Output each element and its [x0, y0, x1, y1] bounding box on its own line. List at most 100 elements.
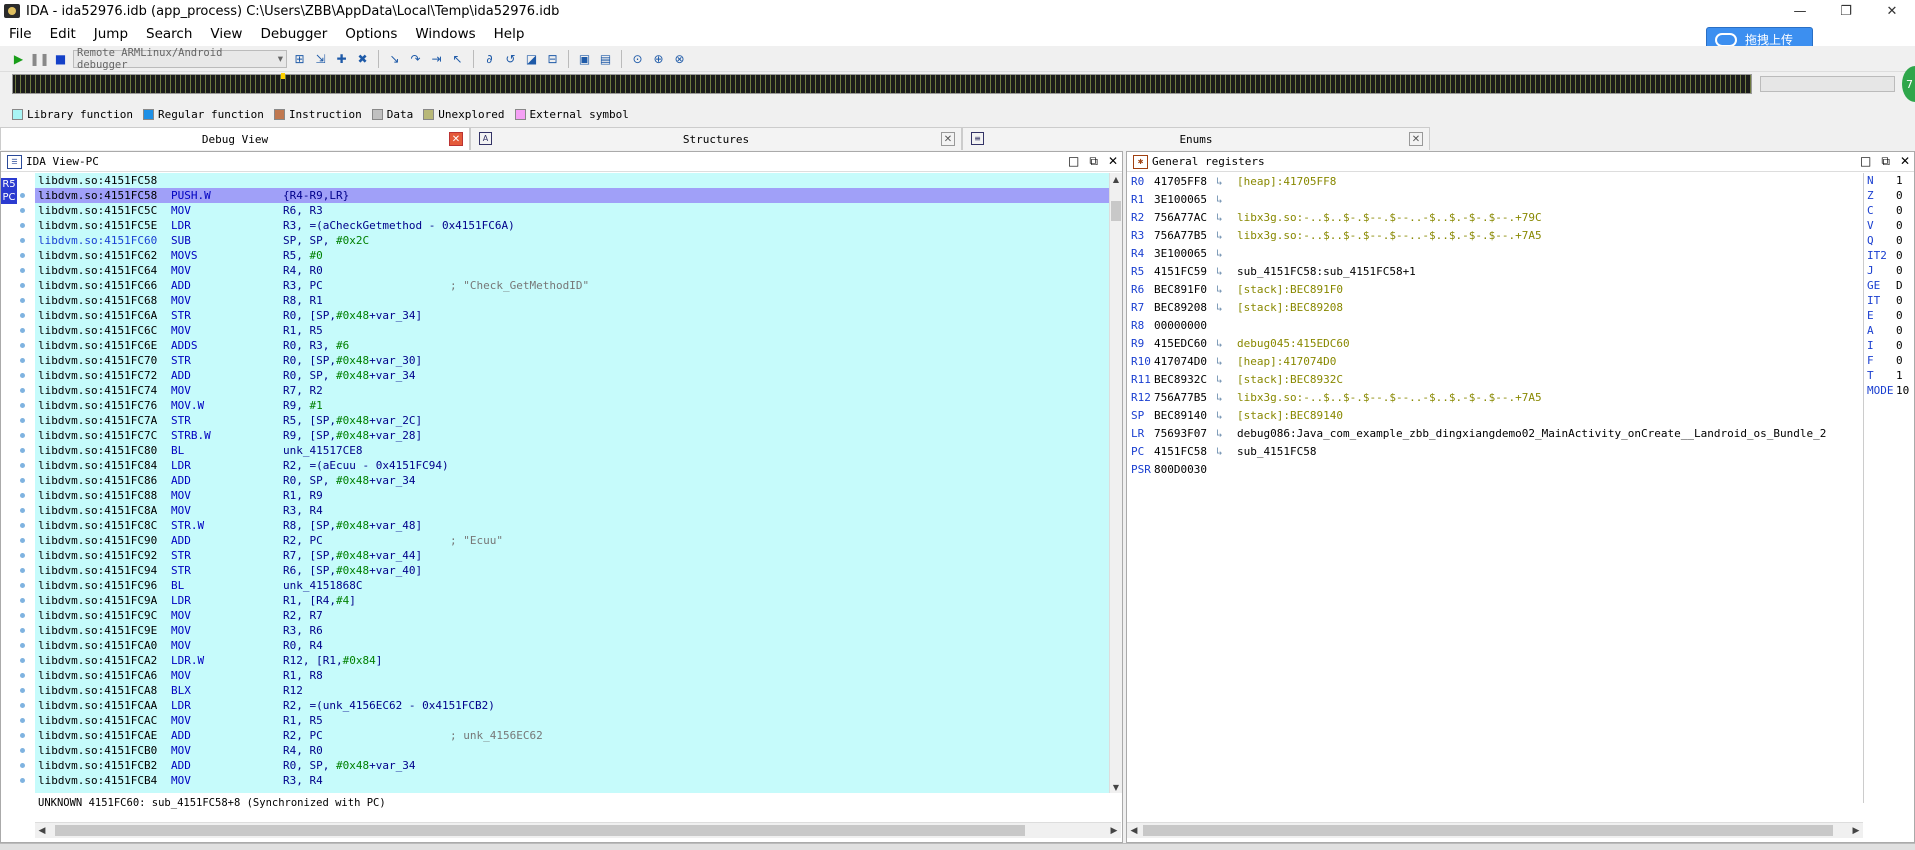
breakpoint-slot-icon[interactable] — [20, 418, 25, 423]
breakpoint-slot-icon[interactable] — [20, 508, 25, 513]
jump-arrow-icon[interactable]: ↳ — [1216, 191, 1223, 209]
flag-row[interactable]: I0 — [1864, 338, 1913, 353]
jump-arrow-icon[interactable]: ↳ — [1216, 245, 1223, 263]
tab-enums[interactable]: ≡ Enums ✕ — [962, 127, 1430, 150]
horizontal-scrollbar[interactable]: ◀ ▶ — [35, 822, 1121, 838]
breakpoint-slot-icon[interactable] — [20, 343, 25, 348]
add-breakpoint-icon[interactable]: ✚ — [333, 50, 350, 67]
breakpoint-slot-icon[interactable] — [20, 298, 25, 303]
breakpoint-slot-icon[interactable] — [20, 553, 25, 558]
flag-row[interactable]: F0 — [1864, 353, 1913, 368]
start-process-icon[interactable]: ▶ — [10, 50, 27, 67]
disasm-row[interactable]: libdvm.so:4151FC9A LDR R1, [R4,#4] — [35, 593, 1109, 608]
flags-list[interactable]: N 1 Z 0 C 0 V 0 Q 0 IT2 0 J 0 GE D IT 0 E 0 A 0 I 0 F 0 T 1 MODE 10 — [1863, 173, 1913, 803]
disasm-row[interactable]: libdvm.so:4151FC72 ADD R0, SP, #0x48+var_3… — [35, 368, 1109, 383]
scroll-up-icon[interactable]: ▲ — [1110, 173, 1122, 185]
register-row[interactable]: R4 3E100065 ↳ — [1127, 245, 1863, 263]
panel-close-icon[interactable]: ✕ — [1900, 154, 1910, 169]
loop-icon[interactable]: ↺ — [502, 50, 519, 67]
breakpoint-slot-icon[interactable] — [20, 193, 25, 198]
menu-view[interactable]: View — [201, 26, 251, 42]
breakpoint-slot-icon[interactable] — [20, 283, 25, 288]
disasm-row[interactable]: libdvm.so:4151FC58 — [35, 173, 1109, 188]
disasm-row[interactable]: libdvm.so:4151FCA0 MOV R0, R4 — [35, 638, 1109, 653]
register-row[interactable]: R6 BEC891F0 ↳ [stack]:BEC891F0 — [1127, 281, 1863, 299]
register-row[interactable]: R2 756A77AC ↳ libx3g.so:-..$..$-.$--.$--..-… — [1127, 209, 1863, 227]
register-row[interactable]: R11 BEC8932C ↳ [stack]:BEC8932C — [1127, 371, 1863, 389]
register-row[interactable]: R0 41705FF8 ↳ [heap]:41705FF8 — [1127, 173, 1863, 191]
flag-row[interactable]: N1 — [1864, 173, 1913, 188]
menu-help[interactable]: Help — [485, 26, 534, 42]
disasm-row[interactable]: libdvm.so:4151FC60 SUB SP, SP, #0x2C — [35, 233, 1109, 248]
disasm-row[interactable]: libdvm.so:4151FC6C MOV R1, R5 — [35, 323, 1109, 338]
close-tab-icon[interactable]: ✕ — [1409, 132, 1423, 146]
breakpoint-slot-icon[interactable] — [20, 748, 25, 753]
jump-arrow-icon[interactable]: ↳ — [1216, 389, 1223, 407]
register-row[interactable]: R1 3E100065 ↳ — [1127, 191, 1863, 209]
menu-debugger[interactable]: Debugger — [251, 26, 336, 42]
breakpoint-slot-icon[interactable] — [20, 388, 25, 393]
breakpoint-slot-icon[interactable] — [20, 478, 25, 483]
menu-options[interactable]: Options — [336, 26, 406, 42]
register-row[interactable]: R8 00000000 — [1127, 317, 1863, 335]
jump-arrow-icon[interactable]: ↳ — [1216, 425, 1223, 443]
restore-button[interactable]: ❐ — [1823, 0, 1869, 22]
disasm-row[interactable]: libdvm.so:4151FC74 MOV R7, R2 — [35, 383, 1109, 398]
register-row[interactable]: R10 417074D0 ↳ [heap]:417074D0 — [1127, 353, 1863, 371]
breakpoint-slot-icon[interactable] — [20, 463, 25, 468]
navigation-band[interactable] — [12, 73, 1752, 94]
disasm-row[interactable]: libdvm.so:4151FC86 ADD R0, SP, #0x48+var_3… — [35, 473, 1109, 488]
run-to-cursor-icon[interactable]: ⇥ — [428, 50, 445, 67]
scroll-right-icon[interactable]: ▶ — [1107, 824, 1121, 838]
register-row[interactable]: PC 4151FC58 ↳ sub_4151FC58 — [1127, 443, 1863, 461]
disasm-row[interactable]: libdvm.so:4151FC76 MOV.W R9, #1 — [35, 398, 1109, 413]
register-row[interactable]: R12 756A77B5 ↳ libx3g.so:-..$..$-.$--.$--..… — [1127, 389, 1863, 407]
disasm-row[interactable]: libdvm.so:4151FCB2 ADD R0, SP, #0x48+var_3… — [35, 758, 1109, 773]
disasm-row[interactable]: libdvm.so:4151FC88 MOV R1, R9 — [35, 488, 1109, 503]
breakpoint-slot-icon[interactable] — [20, 433, 25, 438]
delete-watch-icon[interactable]: ⊗ — [671, 50, 688, 67]
jump-arrow-icon[interactable]: ↳ — [1216, 371, 1223, 389]
disasm-row[interactable]: libdvm.so:4151FC8A MOV R3, R4 — [35, 503, 1109, 518]
disasm-row[interactable]: libdvm.so:4151FCAE ADD R2, PC ; unk_4156EC6… — [35, 728, 1109, 743]
disasm-row[interactable]: libdvm.so:4151FC6E ADDS R0, R3, #6 — [35, 338, 1109, 353]
menu-jump[interactable]: Jump — [85, 26, 137, 42]
breakpoint-slot-icon[interactable] — [20, 493, 25, 498]
breakpoint-slot-icon[interactable] — [20, 703, 25, 708]
breakpoint-slot-icon[interactable] — [20, 643, 25, 648]
disasm-row[interactable]: libdvm.so:4151FCA6 MOV R1, R8 — [35, 668, 1109, 683]
scroll-down-icon[interactable]: ▼ — [1110, 781, 1122, 793]
breakpoint-slot-icon[interactable] — [20, 763, 25, 768]
jump-arrow-icon[interactable]: ↳ — [1216, 173, 1223, 191]
breakpoint-slot-icon[interactable] — [20, 718, 25, 723]
breakpoint-slot-icon[interactable] — [20, 733, 25, 738]
panel-minimize-icon[interactable]: □ — [1068, 154, 1079, 169]
view-graph-icon[interactable]: ⊟ — [544, 50, 561, 67]
breakpoint-slot-icon[interactable] — [20, 373, 25, 378]
scroll-left-icon[interactable]: ◀ — [1127, 824, 1141, 838]
jump-arrow-icon[interactable]: ↳ — [1216, 299, 1223, 317]
disasm-row[interactable]: libdvm.so:4151FC62 MOVS R5, #0 — [35, 248, 1109, 263]
breakpoint-slot-icon[interactable] — [20, 598, 25, 603]
disasm-row[interactable]: libdvm.so:4151FC68 MOV R8, R1 — [35, 293, 1109, 308]
step-out-icon[interactable]: ↖ — [449, 50, 466, 67]
debugger-select[interactable]: Remote ARMLinux/Android debugger ▾ — [73, 47, 287, 71]
disasm-row[interactable]: libdvm.so:4151FC90 ADD R2, PC ; "Ecuu" — [35, 533, 1109, 548]
flag-row[interactable]: Q0 — [1864, 233, 1913, 248]
flag-row[interactable]: E0 — [1864, 308, 1913, 323]
register-row[interactable]: SP BEC89140 ↳ [stack]:BEC89140 — [1127, 407, 1863, 425]
disasm-row[interactable]: libdvm.so:4151FCAC MOV R1, R5 — [35, 713, 1109, 728]
jump-arrow-icon[interactable]: ↳ — [1216, 443, 1223, 461]
disasm-row[interactable]: libdvm.so:4151FC6A STR R0, [SP,#0x48+var_3… — [35, 308, 1109, 323]
breakpoint-slot-icon[interactable] — [20, 358, 25, 363]
pause-process-icon[interactable]: ❚❚ — [29, 50, 49, 67]
breakpoint-slot-icon[interactable] — [20, 253, 25, 258]
disasm-row[interactable]: libdvm.so:4151FC66 ADD R3, PC ; "Check_GetM… — [35, 278, 1109, 293]
breakpoint-slot-icon[interactable] — [20, 223, 25, 228]
jump-arrow-icon[interactable]: ↳ — [1216, 263, 1223, 281]
jump-arrow-icon[interactable]: ↳ — [1216, 335, 1223, 353]
binoculars-icon[interactable]: ⊙ — [629, 50, 646, 67]
breakpoint-slot-icon[interactable] — [20, 688, 25, 693]
breakpoint-slot-icon[interactable] — [20, 673, 25, 678]
register-row[interactable]: LR 75693F07 ↳ debug086:Java_com_example_zbb… — [1127, 425, 1863, 443]
